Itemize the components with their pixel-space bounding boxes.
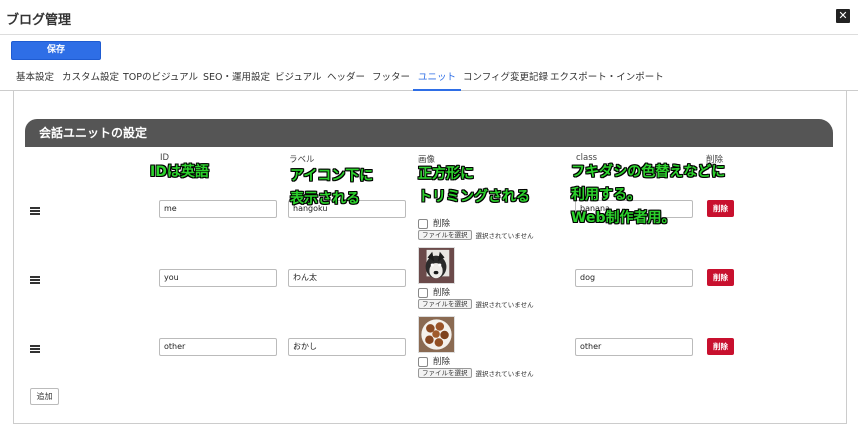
tab-header[interactable]: ヘッダー (322, 67, 370, 91)
id-input[interactable]: you (159, 269, 277, 287)
tab-bar: 基本設定 カスタム設定 TOPのビジュアル SEO・運用設定 ビジュアル ヘッダ… (0, 67, 858, 91)
image-delete-checkbox[interactable]: 削除 (418, 217, 451, 229)
tab-footer[interactable]: フッター (367, 67, 415, 91)
choose-file-button[interactable]: ファイルを選択 (418, 299, 472, 309)
tab-unit[interactable]: ユニット (413, 67, 462, 91)
label-input[interactable]: わん太 (288, 269, 406, 287)
file-chooser: ファイルを選択 選択されていません (418, 230, 534, 241)
section-title: 会話ユニットの設定 (25, 119, 833, 147)
checkbox-icon[interactable] (418, 356, 428, 367)
annotation-image-line2: トリミングされる (418, 189, 530, 205)
annotation-class-line1: フキダシの色替えなどに (571, 164, 726, 180)
tab-export-import[interactable]: エクスポート・インポート (545, 67, 669, 91)
drag-handle-icon[interactable] (30, 345, 40, 353)
column-header-label: ラベル (289, 155, 315, 165)
choose-file-button[interactable]: ファイルを選択 (418, 230, 472, 240)
image-delete-checkbox[interactable]: 削除 (418, 355, 451, 367)
tab-custom-settings[interactable]: カスタム設定 (57, 67, 124, 91)
annotation-id: IDは英語 (150, 164, 209, 180)
window-title: ブログ管理 (6, 13, 72, 28)
choose-file-button[interactable]: ファイルを選択 (418, 368, 472, 378)
window-titlebar: ブログ管理 ✕ (0, 0, 858, 35)
drag-handle-icon[interactable] (30, 276, 40, 284)
drag-handle-icon[interactable] (30, 207, 40, 215)
delete-row-button[interactable]: 削除 (707, 200, 734, 217)
annotation-label-line2: 表示される (290, 191, 360, 207)
class-input[interactable]: dog (575, 269, 693, 287)
add-row-button[interactable]: 追加 (30, 388, 59, 405)
tab-top-visual[interactable]: TOPのビジュアル (118, 67, 203, 91)
image-delete-label: 削除 (433, 219, 451, 229)
delete-row-button[interactable]: 削除 (707, 269, 734, 286)
delete-row-button[interactable]: 削除 (707, 338, 734, 355)
image-delete-checkbox[interactable]: 削除 (418, 286, 451, 298)
cookies-photo-icon (418, 316, 455, 353)
tab-visual[interactable]: ビジュアル (270, 67, 327, 91)
image-delete-label: 削除 (433, 357, 451, 367)
tab-config-history[interactable]: コンフィグ変更記録 (458, 67, 553, 91)
annotation-class-line2: 利用する。 (571, 187, 641, 203)
file-state-text: 選択されていません (475, 232, 534, 240)
dog-photo-icon (418, 247, 455, 284)
tab-basic-settings[interactable]: 基本設定 (11, 67, 59, 91)
label-input[interactable]: おかし (288, 338, 406, 356)
checkbox-icon[interactable] (418, 218, 428, 229)
file-state-text: 選択されていません (475, 370, 534, 378)
file-state-text: 選択されていません (475, 301, 534, 309)
id-input[interactable]: me (159, 200, 277, 218)
tab-seo-settings[interactable]: SEO・運用設定 (198, 67, 275, 91)
close-icon[interactable]: ✕ (836, 9, 850, 23)
file-chooser: ファイルを選択 選択されていません (418, 299, 534, 310)
save-button[interactable]: 保存 (11, 41, 101, 60)
annotation-label-line1: アイコン下に (290, 168, 374, 184)
checkbox-icon[interactable] (418, 287, 428, 298)
class-input[interactable]: other (575, 338, 693, 356)
image-delete-label: 削除 (433, 288, 451, 298)
annotation-image-line1: 正方形に (418, 166, 474, 182)
file-chooser: ファイルを選択 選択されていません (418, 368, 534, 379)
annotation-class-line3: Web制作者用。 (571, 210, 676, 226)
id-input[interactable]: other (159, 338, 277, 356)
